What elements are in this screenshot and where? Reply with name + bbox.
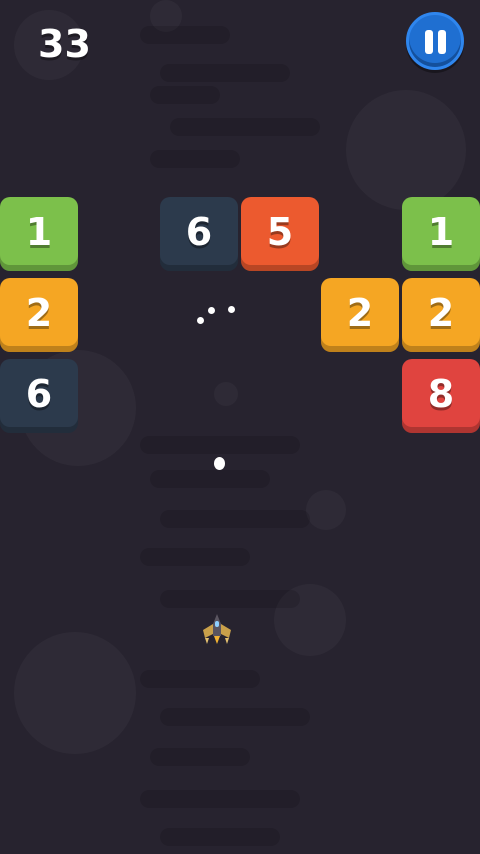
- background-stripe: [160, 64, 290, 82]
- background-stripe: [160, 828, 280, 846]
- background-bubble: [214, 382, 238, 406]
- background-stripe: [140, 548, 250, 566]
- ball: [228, 306, 235, 313]
- block-value: 1: [25, 210, 53, 254]
- block-value: 2: [427, 291, 455, 335]
- background-stripe: [140, 436, 300, 454]
- block-value: 2: [346, 291, 374, 335]
- block-value: 1: [427, 210, 455, 254]
- background-stripe: [160, 510, 310, 528]
- background-stripe: [150, 86, 220, 104]
- background-bubble: [306, 490, 346, 530]
- background-stripe: [170, 118, 320, 136]
- background-stripe: [140, 670, 260, 688]
- pause-button[interactable]: [406, 12, 464, 70]
- number-block: 8: [402, 359, 480, 433]
- number-block: 2: [0, 278, 78, 352]
- ball: [208, 307, 215, 314]
- background-bubble: [14, 632, 136, 754]
- ball: [197, 317, 204, 324]
- background-stripe: [150, 150, 240, 168]
- block-value: 6: [25, 372, 53, 416]
- game-stage[interactable]: 33 1 6 5 1 2 2 2 6 8: [0, 0, 480, 854]
- number-block: 1: [0, 197, 78, 271]
- background-stripe: [140, 790, 300, 808]
- ball: [214, 457, 225, 470]
- background-bubble: [346, 90, 466, 210]
- number-block: 6: [160, 197, 238, 271]
- block-value: 2: [25, 291, 53, 335]
- number-block: 1: [402, 197, 480, 271]
- background-stripe: [150, 748, 250, 766]
- number-block: 2: [402, 278, 480, 352]
- number-block: 2: [321, 278, 399, 352]
- block-value: 8: [427, 372, 455, 416]
- number-block: 6: [0, 359, 78, 433]
- background-stripe: [160, 590, 300, 608]
- background-stripe: [140, 26, 230, 44]
- number-block: 5: [241, 197, 319, 271]
- background-stripe: [160, 708, 310, 726]
- background-stripe: [150, 470, 270, 488]
- block-value: 5: [266, 210, 294, 254]
- spaceship-icon[interactable]: [200, 612, 234, 646]
- block-value: 6: [185, 210, 213, 254]
- score-counter: 33: [38, 22, 91, 66]
